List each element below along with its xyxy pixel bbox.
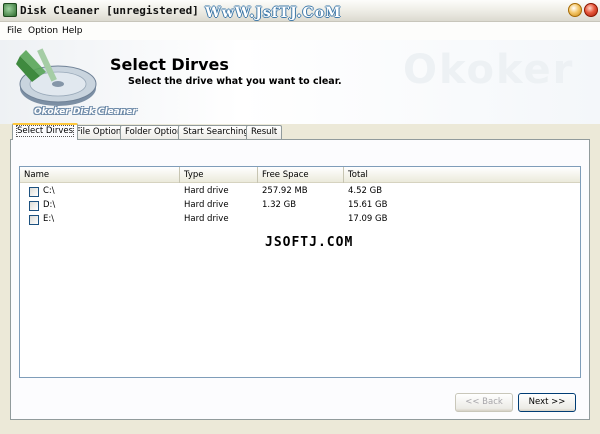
- column-total[interactable]: Total: [344, 167, 580, 183]
- page-title: Select Dirves: [110, 55, 229, 74]
- back-button[interactable]: << Back: [455, 393, 513, 412]
- menu-file[interactable]: File: [7, 26, 22, 36]
- site-watermark: WwW.JsfTJ.CoM: [205, 5, 342, 21]
- tab-label: Start Searching: [183, 127, 249, 137]
- menu-bar: File Option Help: [0, 22, 600, 40]
- drive-total: 17.09 GB: [348, 214, 387, 224]
- logo-caption: Okoker Disk Cleaner: [34, 107, 137, 117]
- page-subtitle: Select the drive what you want to clear.: [128, 76, 342, 87]
- center-watermark: JSOFTJ.COM: [265, 235, 353, 250]
- window-title: Disk Cleaner [unregistered]: [20, 4, 199, 17]
- drive-checkbox[interactable]: [29, 187, 39, 197]
- brand-watermark: Okoker: [403, 47, 574, 93]
- drive-name: C:\: [43, 186, 55, 196]
- tab-label: Select Dirves: [17, 126, 73, 136]
- next-button[interactable]: Next >>: [518, 393, 576, 412]
- tab-result[interactable]: Result: [246, 125, 282, 139]
- drive-name: D:\: [43, 200, 55, 210]
- tab-label: File Option: [76, 127, 121, 137]
- drive-type: Hard drive: [184, 200, 229, 210]
- table-row[interactable]: E:\ Hard drive 17.09 GB: [20, 213, 580, 227]
- column-free-space[interactable]: Free Space: [258, 167, 344, 183]
- drives-list[interactable]: Name Type Free Space Total C:\ Hard driv…: [19, 166, 581, 378]
- menu-help[interactable]: Help: [62, 26, 83, 36]
- drive-free: 257.92 MB: [262, 186, 308, 196]
- table-row[interactable]: D:\ Hard drive 1.32 GB 15.61 GB: [20, 199, 580, 213]
- header-banner: Select Dirves Select the drive what you …: [0, 40, 600, 124]
- column-type[interactable]: Type: [180, 167, 258, 183]
- tab-label: Folder Option: [125, 127, 182, 137]
- list-header: Name Type Free Space Total: [20, 167, 580, 183]
- column-name[interactable]: Name: [20, 167, 180, 183]
- drive-type: Hard drive: [184, 186, 229, 196]
- drive-total: 15.61 GB: [348, 200, 387, 210]
- tab-file-option[interactable]: File Option: [71, 125, 126, 139]
- tab-start-searching[interactable]: Start Searching: [178, 125, 254, 139]
- drive-total: 4.52 GB: [348, 186, 382, 196]
- app-icon: [3, 3, 17, 17]
- disk-broom-logo-icon: [16, 42, 100, 114]
- drive-name: E:\: [43, 214, 54, 224]
- menu-option[interactable]: Option: [28, 26, 58, 36]
- drive-checkbox[interactable]: [29, 201, 39, 211]
- minimize-button[interactable]: [568, 3, 582, 17]
- close-button[interactable]: [584, 3, 598, 17]
- drive-free: 1.32 GB: [262, 200, 296, 210]
- tab-select-drives[interactable]: Select Dirves: [12, 123, 78, 140]
- title-bar[interactable]: Disk Cleaner [unregistered] WwW.JsfTJ.Co…: [0, 0, 600, 22]
- tab-page: Name Type Free Space Total C:\ Hard driv…: [10, 139, 590, 420]
- table-row[interactable]: C:\ Hard drive 257.92 MB 4.52 GB: [20, 185, 580, 199]
- drive-type: Hard drive: [184, 214, 229, 224]
- drive-checkbox[interactable]: [29, 215, 39, 225]
- tab-label: Result: [251, 127, 277, 137]
